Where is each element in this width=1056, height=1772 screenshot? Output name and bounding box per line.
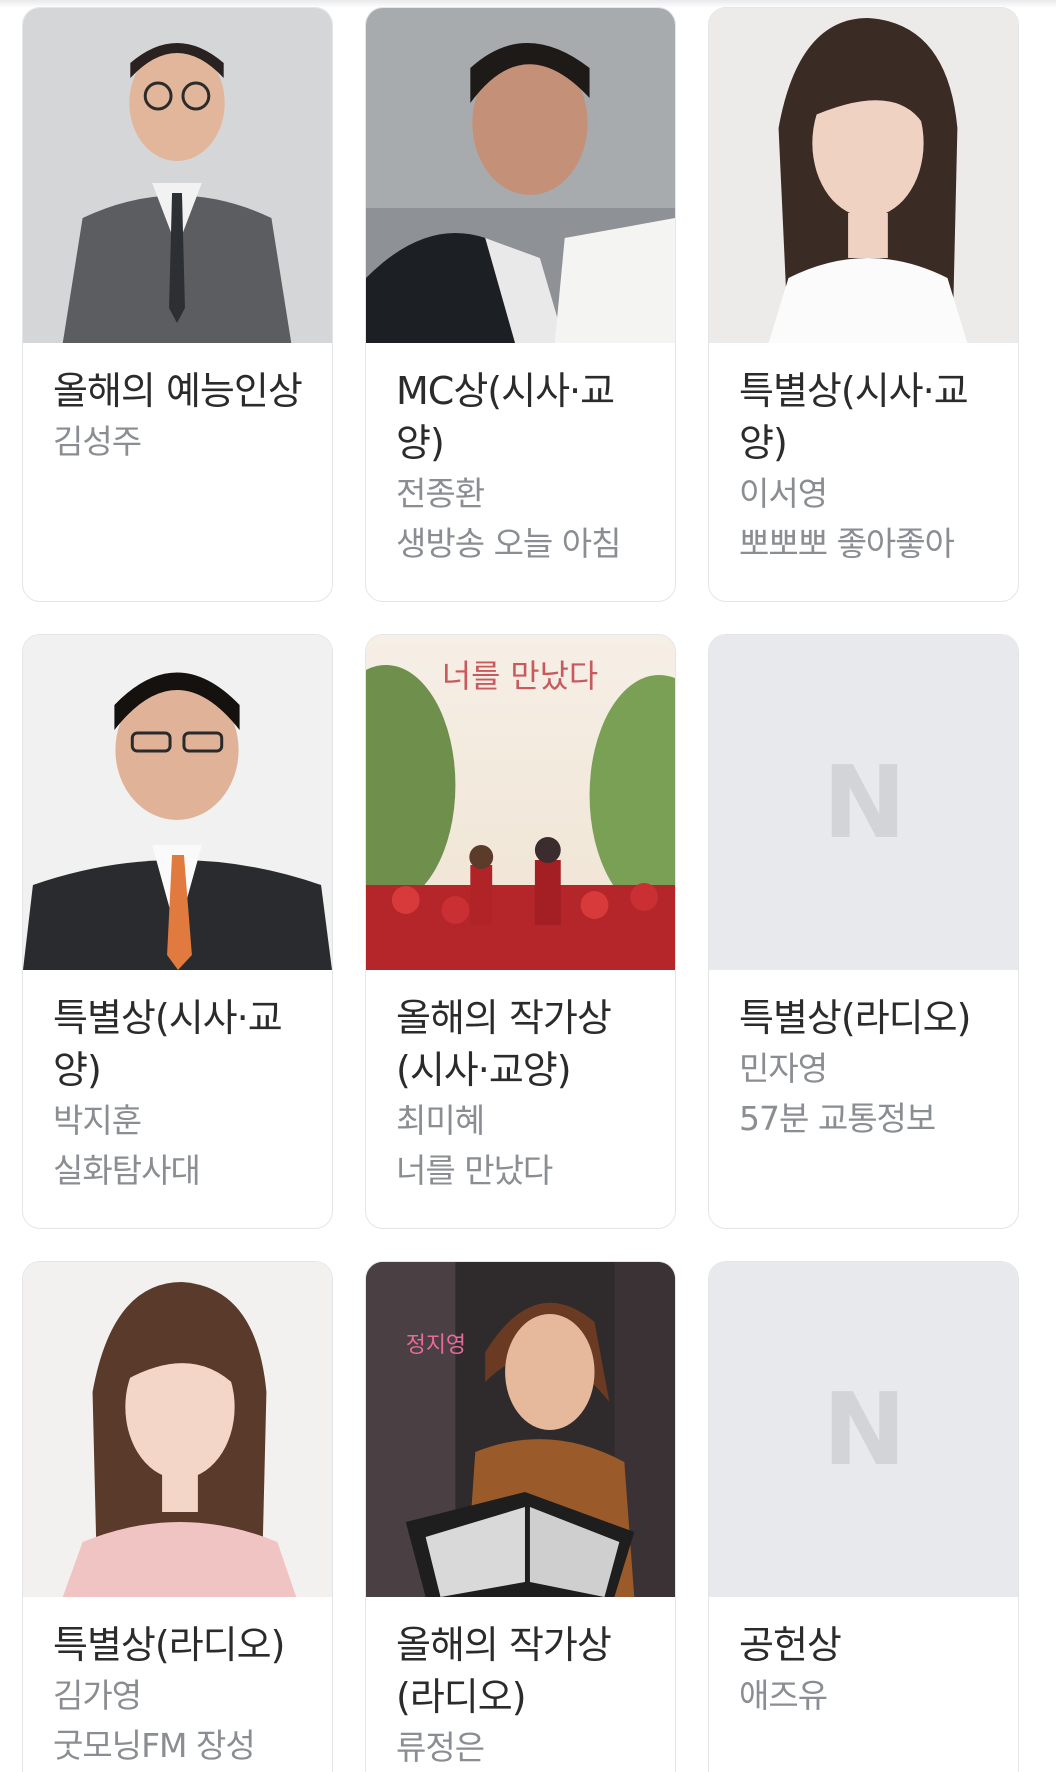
winner-name: 전종환 — [396, 474, 485, 513]
award-card[interactable]: 올해의 예능인상 김성주 — [22, 7, 333, 602]
award-card[interactable]: MC상(시사·교양) 전종환 생방송 오늘 아침 — [365, 7, 676, 602]
award-title: 특별상(시사·교양) — [53, 996, 283, 1092]
award-card[interactable]: N 공헌상 애즈유 — [708, 1261, 1019, 1772]
program-poster: 정지영 — [366, 1262, 675, 1597]
award-title: 올해의 작가상(라디오) — [396, 1623, 612, 1719]
winner-name: 민자영 — [739, 1049, 828, 1088]
program-name: 실화탐사대 — [53, 1151, 201, 1190]
award-title: 특별상(라디오) — [739, 996, 971, 1040]
award-card[interactable]: 특별상(시사·교양) 박지훈 실화탐사대 — [22, 634, 333, 1229]
program-poster: 너를 만났다 — [366, 635, 675, 970]
award-title: MC상(시사·교양) — [396, 369, 615, 465]
award-card[interactable]: 정지영 올해의 작가상(라디오) 류정은 — [365, 1261, 676, 1772]
program-name: 굿모닝FM 장성 — [53, 1726, 256, 1765]
poster-title: 너를 만났다 — [442, 657, 598, 695]
program-name: 생방송 오늘 아침 — [396, 524, 622, 563]
winner-name: 김가영 — [53, 1676, 142, 1715]
poster-title: 정지영 — [406, 1333, 466, 1358]
naver-logo-icon: N — [822, 1370, 907, 1488]
award-title: 올해의 예능인상 — [53, 369, 303, 413]
winner-name: 김성주 — [53, 422, 142, 461]
award-card[interactable]: 너를 만났다 올해의 작가상(시사·교양) 최미혜 너를 만났다 — [365, 634, 676, 1229]
award-winner-grid: 올해의 예능인상 김성주 MC상(시사·교양) 전종환 생방송 오늘 아침 특별… — [22, 7, 1042, 1772]
winner-name: 이서영 — [739, 474, 828, 513]
program-name: 57분 교통정보 — [739, 1099, 936, 1138]
winner-name: 류정은 — [396, 1728, 485, 1767]
award-title: 특별상(라디오) — [53, 1623, 285, 1667]
award-title: 공헌상 — [739, 1623, 842, 1667]
program-name: 너를 만났다 — [396, 1151, 553, 1190]
person-photo — [366, 8, 675, 343]
person-photo — [23, 635, 332, 970]
winner-name: 최미혜 — [396, 1101, 485, 1140]
winner-name: 박지훈 — [53, 1101, 142, 1140]
person-photo — [709, 8, 1018, 343]
person-photo — [23, 8, 332, 343]
award-title: 올해의 작가상(시사·교양) — [396, 996, 612, 1092]
person-photo — [23, 1262, 332, 1597]
award-card[interactable]: N 특별상(라디오) 민자영 57분 교통정보 — [708, 634, 1019, 1229]
awards-page: 올해의 예능인상 김성주 MC상(시사·교양) 전종환 생방송 오늘 아침 특별… — [0, 0, 1056, 1772]
placeholder-image: N — [709, 1262, 1018, 1597]
award-card[interactable]: 특별상(시사·교양) 이서영 뽀뽀뽀 좋아좋아 — [708, 7, 1019, 602]
placeholder-image: N — [709, 635, 1018, 970]
program-name: 뽀뽀뽀 좋아좋아 — [739, 524, 955, 563]
award-title: 특별상(시사·교양) — [739, 369, 969, 465]
naver-logo-icon: N — [822, 743, 907, 861]
award-card[interactable]: 특별상(라디오) 김가영 굿모닝FM 장성 — [22, 1261, 333, 1772]
winner-name: 애즈유 — [739, 1676, 828, 1715]
